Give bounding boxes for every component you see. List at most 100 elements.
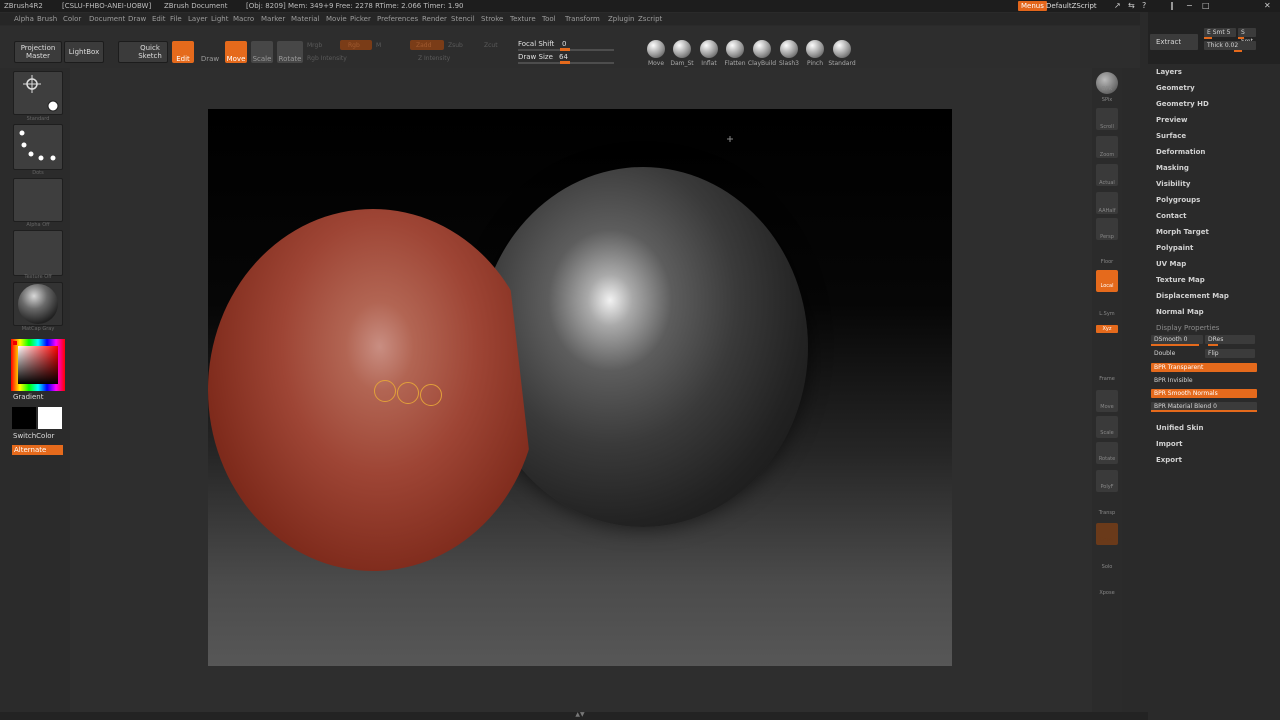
window-icon-4[interactable]: ‖ (1170, 0, 1174, 12)
bottom-tray-toggle-icon[interactable]: ▲▼ (540, 712, 620, 718)
zsub-toggle[interactable]: Zsub (448, 42, 463, 49)
e-smt-slider[interactable]: E Smt 5 (1204, 28, 1236, 37)
close-icon[interactable]: ✕ (1264, 0, 1271, 12)
tray-layers[interactable]: Layers (1156, 68, 1182, 76)
move-view-button[interactable]: Move (1096, 390, 1118, 412)
menu-picker[interactable]: Picker (350, 13, 371, 25)
bpr-invisible-button[interactable]: BPR Invisible (1151, 376, 1257, 385)
menu-color[interactable]: Color (63, 13, 81, 25)
z-intensity-slider[interactable]: Z Intensity (418, 55, 450, 62)
projection-master-button[interactable]: Projection Master (14, 41, 62, 63)
stroke-selector[interactable] (13, 124, 63, 170)
display-properties-header[interactable]: Display Properties (1156, 324, 1219, 332)
tray-unified-skin[interactable]: Unified Skin (1156, 424, 1204, 432)
material-selector[interactable] (13, 282, 63, 326)
menu-draw[interactable]: Draw (128, 13, 146, 25)
menu-texture[interactable]: Texture (510, 13, 536, 25)
rotate-view-button[interactable]: Rotate (1096, 442, 1118, 464)
bpr-transparent-button[interactable]: BPR Transparent (1151, 363, 1257, 372)
move-mode-button[interactable]: Move (225, 41, 247, 63)
tray-geometry[interactable]: Geometry (1156, 84, 1195, 92)
double-button[interactable]: Double (1151, 349, 1203, 358)
lightbox-button[interactable]: LightBox (64, 41, 104, 63)
draw-mode-button[interactable]: Draw (199, 41, 221, 63)
tray-texture-map[interactable]: Texture Map (1156, 276, 1205, 284)
menu-stroke[interactable]: Stroke (481, 13, 503, 25)
main-color-swatch[interactable] (38, 407, 62, 429)
bpr-smooth-normals-button[interactable]: BPR Smooth Normals (1151, 389, 1257, 398)
tray-contact[interactable]: Contact (1156, 212, 1187, 220)
menu-zplugin[interactable]: Zplugin (608, 13, 634, 25)
window-icon-2[interactable]: ⇆ (1128, 0, 1135, 12)
tray-uv-map[interactable]: UV Map (1156, 260, 1186, 268)
rotate-mode-button[interactable]: Rotate (277, 41, 303, 63)
menu-movie[interactable]: Movie (326, 13, 347, 25)
frame-button[interactable]: Frame (1096, 364, 1118, 386)
tray-masking[interactable]: Masking (1156, 164, 1189, 172)
bpr-button[interactable]: BPR (1096, 72, 1118, 94)
tray-morph-target[interactable]: Morph Target (1156, 228, 1209, 236)
aahalf-button[interactable]: AAHalf (1096, 192, 1118, 214)
tray-deformation[interactable]: Deformation (1156, 148, 1205, 156)
mrgb-toggle[interactable]: Mrgb (307, 42, 322, 49)
transp-button[interactable]: Transp (1096, 496, 1118, 518)
document-viewport[interactable] (208, 109, 952, 666)
tray-visibility[interactable]: Visibility (1156, 180, 1190, 188)
tray-displacement-map[interactable]: Displacement Map (1156, 292, 1229, 300)
tray-surface[interactable]: Surface (1156, 132, 1186, 140)
brush-selector[interactable] (13, 71, 63, 115)
tray-geometry-hd[interactable]: Geometry HD (1156, 100, 1209, 108)
secondary-color-swatch[interactable] (12, 407, 36, 429)
menu-material[interactable]: Material (291, 13, 319, 25)
polyf-button[interactable]: PolyF (1096, 470, 1118, 492)
texture-selector[interactable] (13, 230, 63, 276)
xpose-button[interactable]: Xpose (1096, 574, 1118, 596)
actual-button[interactable]: Actual (1096, 164, 1118, 186)
dsmooth-slider[interactable]: DSmooth 0 (1151, 335, 1203, 344)
menu-document[interactable]: Document (89, 13, 125, 25)
tray-normal-map[interactable]: Normal Map (1156, 308, 1204, 316)
quick-sketch-button[interactable]: Quick Sketch (118, 41, 168, 63)
draw-size-slider[interactable]: Draw Size 64 (518, 53, 614, 65)
alpha-selector[interactable] (13, 178, 63, 222)
menu-macro[interactable]: Macro (233, 13, 254, 25)
tray-export[interactable]: Export (1156, 456, 1182, 464)
lsym-button[interactable]: L.Sym (1096, 300, 1118, 322)
tray-preview[interactable]: Preview (1156, 116, 1188, 124)
menu-marker[interactable]: Marker (261, 13, 285, 25)
extract-button[interactable]: Extract (1150, 34, 1198, 50)
rgb-intensity-slider[interactable]: Rgb Intensity (307, 55, 347, 62)
menu-alpha[interactable]: Alpha (14, 13, 34, 25)
tray-polypaint[interactable]: Polypaint (1156, 244, 1193, 252)
menus-button[interactable]: Menus (1018, 1, 1047, 11)
local-button[interactable]: Local (1096, 270, 1118, 292)
menu-light[interactable]: Light (211, 13, 228, 25)
ghost-button[interactable]: Ghost (1096, 523, 1118, 545)
xyz-button[interactable]: Xyz (1096, 325, 1118, 333)
default-zscript[interactable]: DefaultZScript (1046, 0, 1097, 12)
floor-button[interactable]: Floor (1096, 244, 1118, 266)
red-sphere-mesh[interactable] (208, 209, 538, 571)
thick-slider[interactable]: Thick 0.02 (1204, 41, 1256, 50)
switch-color-button[interactable]: SwitchColor (13, 432, 54, 440)
menu-layer[interactable]: Layer (188, 13, 208, 25)
menu-edit[interactable]: Edit (152, 13, 166, 25)
menu-zscript[interactable]: Zscript (638, 13, 662, 25)
zcut-toggle[interactable]: Zcut (484, 42, 498, 49)
menu-brush[interactable]: Brush (37, 13, 57, 25)
gradient-label[interactable]: Gradient (13, 393, 43, 401)
menu-transform[interactable]: Transform (565, 13, 600, 25)
m-toggle[interactable]: M (376, 42, 381, 49)
zadd-toggle[interactable]: Zadd (410, 40, 444, 50)
menu-tool[interactable]: Tool (542, 13, 556, 25)
tray-polygroups[interactable]: Polygroups (1156, 196, 1200, 204)
spix-label[interactable]: SPix (1092, 97, 1122, 103)
color-picker-square[interactable] (18, 346, 58, 384)
dres-slider[interactable]: DRes (1205, 335, 1255, 344)
solo-button[interactable]: Solo (1096, 550, 1118, 572)
menu-stencil[interactable]: Stencil (451, 13, 475, 25)
menu-preferences[interactable]: Preferences (377, 13, 418, 25)
s-smt-slider[interactable]: S Smt (1238, 28, 1256, 45)
help-icon[interactable]: ? (1142, 0, 1146, 12)
menu-render[interactable]: Render (422, 13, 447, 25)
